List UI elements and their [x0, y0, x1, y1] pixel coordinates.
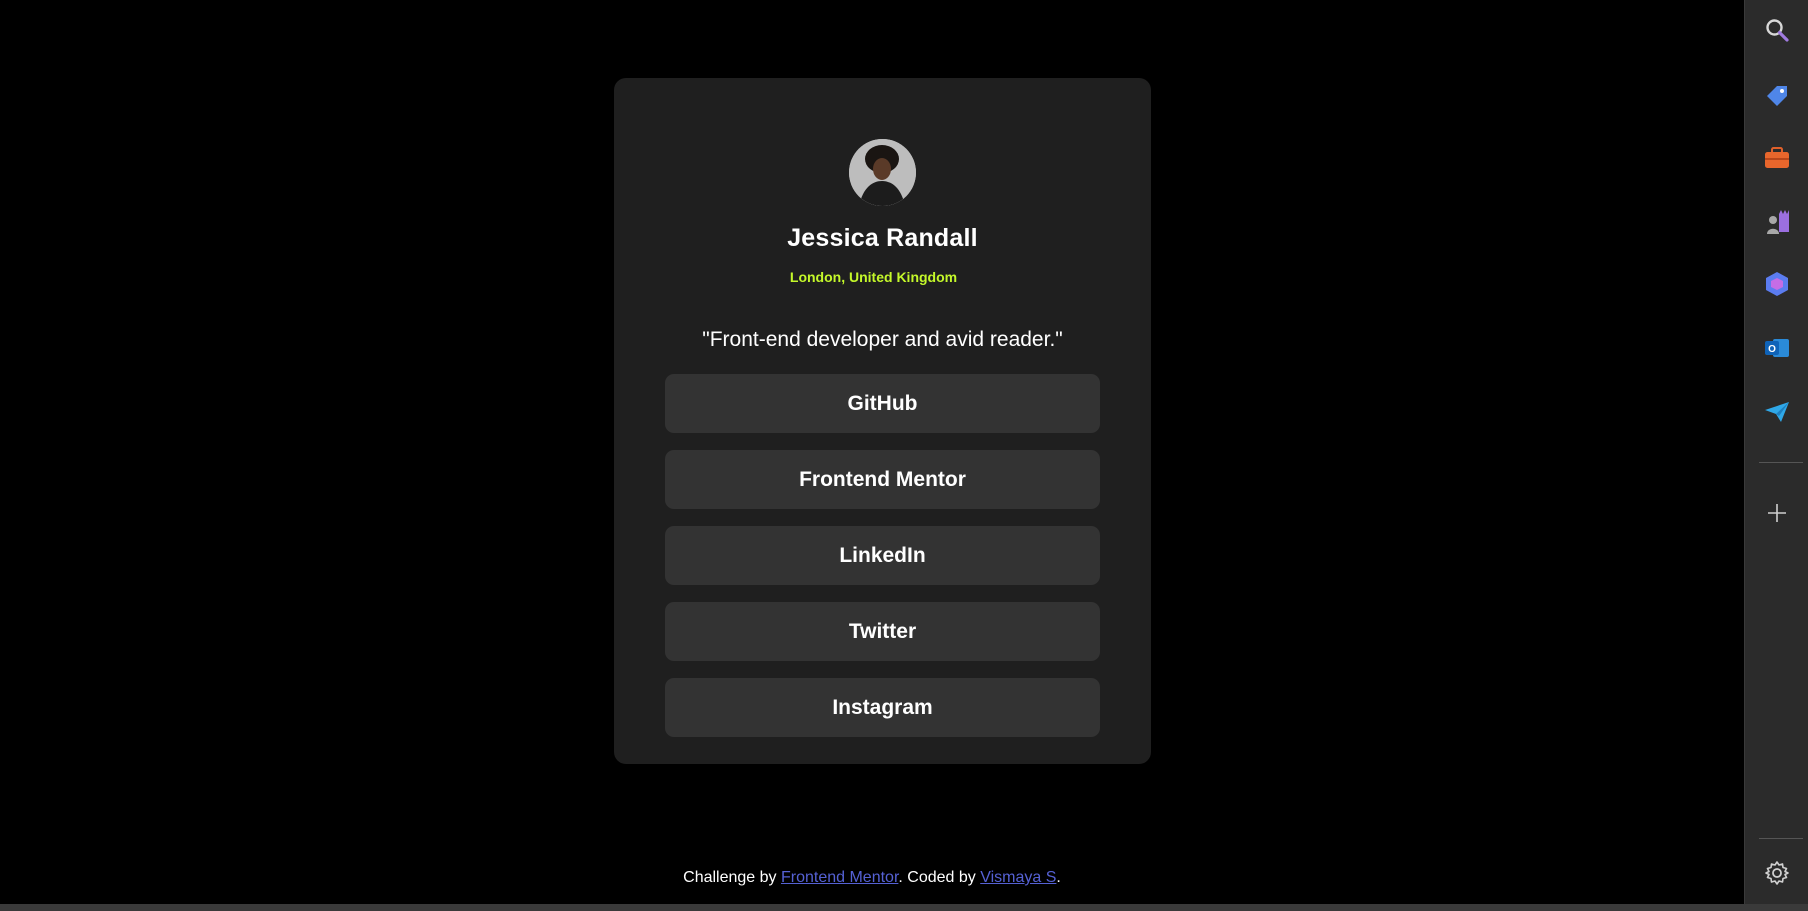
attribution-footer: Challenge by Frontend Mentor. Coded by V…	[0, 869, 1744, 887]
copilot-icon[interactable]	[1761, 268, 1793, 300]
footer-prefix: Challenge by	[683, 869, 781, 886]
github-link-button[interactable]: GitHub	[665, 374, 1100, 433]
twitter-link-button[interactable]: Twitter	[665, 602, 1100, 661]
search-icon[interactable]	[1761, 14, 1793, 46]
sidebar-divider	[1759, 462, 1803, 463]
social-links: GitHub Frontend Mentor LinkedIn Twitter …	[665, 374, 1100, 754]
avatar	[849, 139, 916, 206]
author-footer-link[interactable]: Vismaya S	[980, 869, 1056, 886]
tag-icon[interactable]	[1761, 80, 1793, 112]
window-bottom-bar	[0, 904, 1808, 911]
toolbox-icon[interactable]	[1761, 142, 1793, 174]
page: Jessica Randall London, United Kingdom "…	[0, 0, 1744, 904]
sidebar-divider-bottom	[1759, 838, 1803, 839]
frontend-mentor-footer-link[interactable]: Frontend Mentor	[781, 869, 898, 886]
svg-text:O: O	[1768, 344, 1776, 355]
profile-name: Jessica Randall	[787, 224, 978, 252]
games-icon[interactable]	[1761, 206, 1793, 238]
avatar-image	[849, 139, 916, 206]
outlook-icon[interactable]: O	[1761, 332, 1793, 364]
linkedin-link-button[interactable]: LinkedIn	[665, 526, 1100, 585]
profile-location: London, United Kingdom	[789, 269, 958, 285]
instagram-link-button[interactable]: Instagram	[665, 678, 1100, 737]
footer-suffix: .	[1056, 869, 1061, 886]
footer-middle: . Coded by	[898, 869, 981, 886]
send-icon[interactable]	[1761, 396, 1793, 428]
add-icon[interactable]	[1761, 497, 1793, 529]
frontend-mentor-link-button[interactable]: Frontend Mentor	[665, 450, 1100, 509]
settings-icon[interactable]	[1761, 857, 1793, 889]
profile-bio: "Front-end developer and avid reader."	[702, 328, 1063, 351]
profile-card: Jessica Randall London, United Kingdom "…	[614, 78, 1151, 764]
browser-sidebar: O	[1744, 0, 1808, 904]
